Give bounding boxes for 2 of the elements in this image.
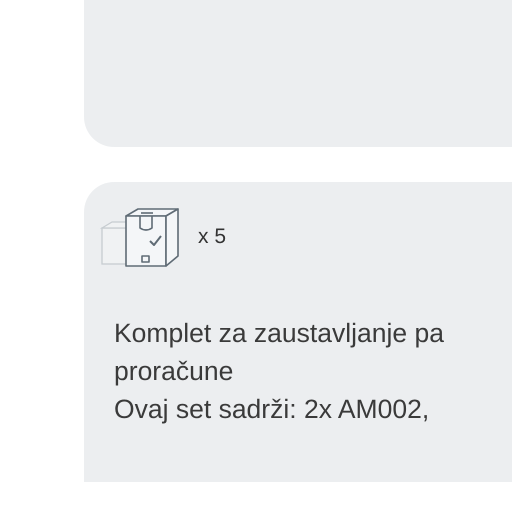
quantity-label: x 5 xyxy=(198,225,226,249)
product-description: Komplet za zaustavljanje pa proračune Ovaj set sadrži: 2x AM002, xyxy=(114,317,445,426)
